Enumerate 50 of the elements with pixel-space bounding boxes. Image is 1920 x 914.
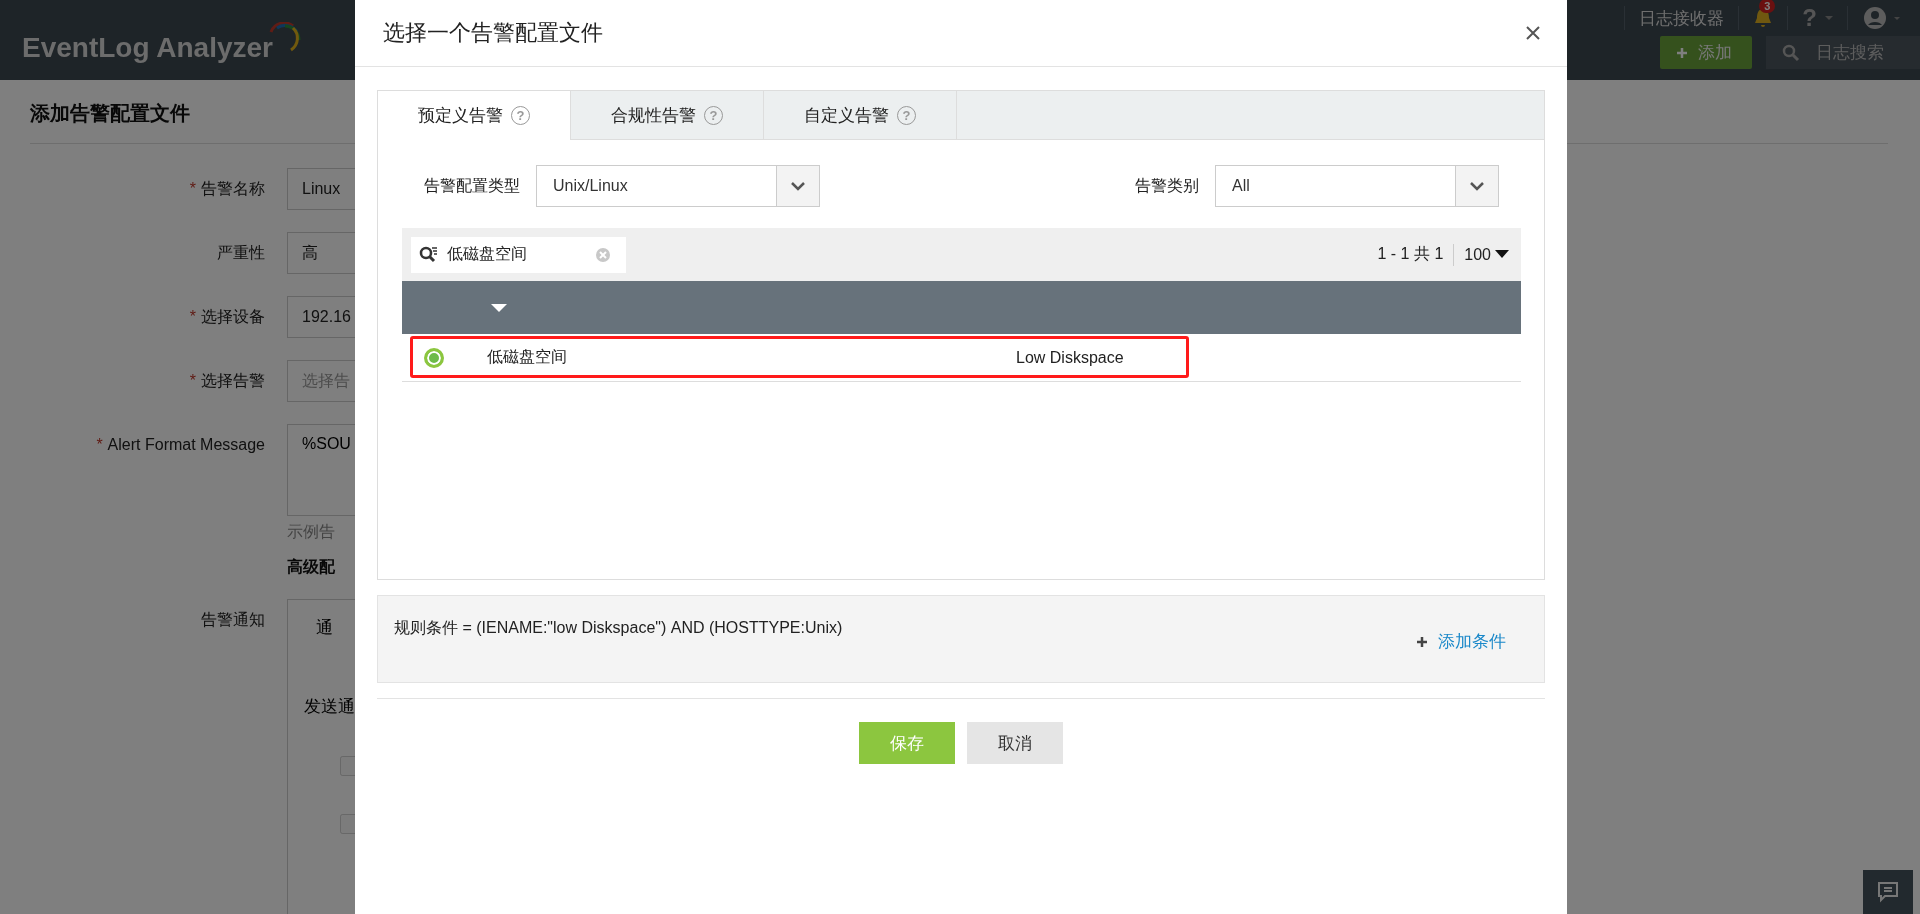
search-icon [1782,43,1800,62]
sort-caret-icon[interactable] [491,302,507,313]
required-mark: * [189,308,196,325]
plus-icon [1676,46,1688,59]
caret-icon [1495,250,1509,259]
search-icon [419,245,439,264]
table-row[interactable]: 低磁盘空间 Low Diskspace [402,334,1521,382]
tab-label: 预定义告警 [418,105,503,127]
table-cell-text: 低磁盘空间 [487,347,568,367]
dropdown[interactable]: Unix/Linux [536,165,820,207]
field-label: 选择设备 [201,308,265,325]
hint-text: 示例告 [287,522,336,542]
filter-label: 告警配置类型 [424,175,520,196]
field-label: 告警通知 [200,610,266,630]
notification-text: 发送通 [304,696,355,718]
required-mark: * [189,180,196,197]
tab-label: 自定义告警 [804,104,889,127]
chat-icon [1876,881,1900,903]
chat-button[interactable] [1863,870,1913,914]
section-title: 高级配 [287,557,335,577]
chevron-down-icon [1469,181,1485,191]
pagination-range: 1 - 1 共 1 [1377,244,1444,264]
chevron-down-icon [790,181,806,191]
field-label: 选择告警 [201,372,265,389]
page-size-dropdown[interactable]: 100 [1464,245,1509,264]
search-box[interactable]: 低磁盘空间 [411,236,626,273]
plus-icon [1416,635,1428,648]
add-condition-link[interactable]: 添加条件 [1416,630,1506,653]
dropdown[interactable]: All [1215,165,1499,207]
required-mark: * [96,436,103,453]
page-title: 添加告警配置文件 [30,101,190,126]
filter-label: 告警类别 [1135,175,1199,196]
tab-label: 合规性告警 [611,104,696,127]
notification-badge: 3 [1759,0,1776,13]
logo-text: EventLog Analyzer [22,32,273,64]
required-mark: * [189,372,196,389]
field-label: 严重性 [217,244,265,261]
rule-condition-text: 规则条件 = (IENAME:"low Diskspace") AND (HOSTTYPE:Unix) [394,618,843,638]
field-label: 告警名称 [201,180,265,197]
cancel-button[interactable]: 取消 [967,722,1063,764]
tab[interactable]: 自定义告警 ? [764,91,957,139]
dialog-title: 选择一个告警配置文件 [383,19,603,47]
field-label: Alert Format Message [107,436,265,453]
tab[interactable]: 合规性告警 ? [571,91,764,139]
tab[interactable]: 预定义告警 ? [378,91,571,140]
table-cell: Low Diskspace [1016,348,1124,367]
radio-button[interactable] [424,347,444,368]
close-icon [1525,25,1541,41]
notification-tab[interactable]: 通 [304,612,345,643]
caret-icon [1825,16,1833,20]
